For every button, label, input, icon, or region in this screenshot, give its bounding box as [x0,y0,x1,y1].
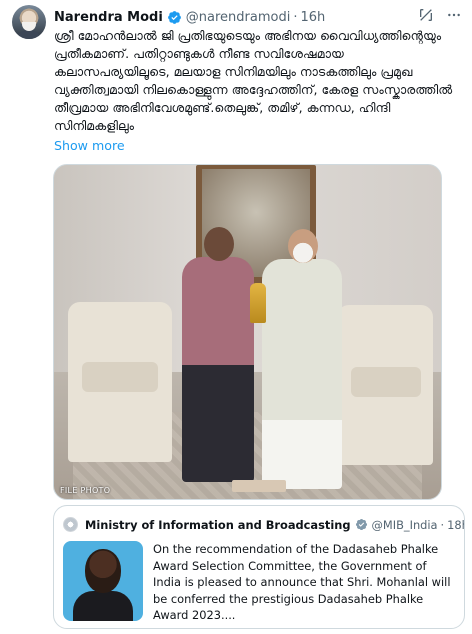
photo-chair-left [68,302,172,462]
photo-cushion-right [351,367,421,397]
avatar-body [16,30,42,39]
quoted-tweet-text: On the recommendation of the Dadasaheb P… [153,542,451,623]
photo-person-right [262,259,342,489]
tweet-photo[interactable]: FILE PHOTO [53,164,442,500]
author-avatar[interactable] [12,5,46,39]
photo-person-right-head [288,229,318,263]
photo-caption: FILE PHOTO [60,486,111,495]
quoted-tweet-header: Ministry of Information and Broadcasting… [63,517,464,532]
photo-person-left-head [204,227,234,261]
quoted-image-body [73,591,133,621]
quoted-image-head [85,549,121,593]
tweet-text: ശ്രീ മോഹൻലാൽ ജി പ്രതിഭയുടെയും അഭിനയ വൈവി… [54,28,453,133]
photo-cushion-left [82,362,158,392]
separator-dot: · [293,9,298,25]
photo-table [232,480,286,492]
photo-chair-right [337,305,433,465]
quoted-author-avatar [63,517,78,532]
quoted-tweet-image [63,541,143,621]
verified-badge-icon [167,10,181,24]
tweet[interactable]: Narendra Modi @narendramodi · 16h ശ്രീ മ… [0,0,472,634]
avatar-beard [22,22,36,31]
grok-icon[interactable] [418,7,434,23]
verified-badge-icon [355,518,367,531]
quoted-author-handle: @MIB_India [371,517,438,532]
quoted-tweet[interactable]: Ministry of Information and Broadcasting… [53,505,465,629]
quoted-author-name: Ministry of Information and Broadcasting [85,517,351,532]
quoted-timestamp: 18h [447,517,464,532]
show-more-link[interactable]: Show more [54,138,125,153]
author-name[interactable]: Narendra Modi [54,10,163,25]
tweet-actions [418,7,462,23]
tweet-timestamp[interactable]: 16h [300,10,325,25]
tweet-header: Narendra Modi @narendramodi · 16h [54,8,325,26]
quoted-separator-dot: · [440,517,445,532]
photo-trophy [250,283,266,323]
more-icon[interactable] [446,7,462,23]
author-handle[interactable]: @narendramodi [186,10,291,25]
photo-person-left [182,257,254,482]
